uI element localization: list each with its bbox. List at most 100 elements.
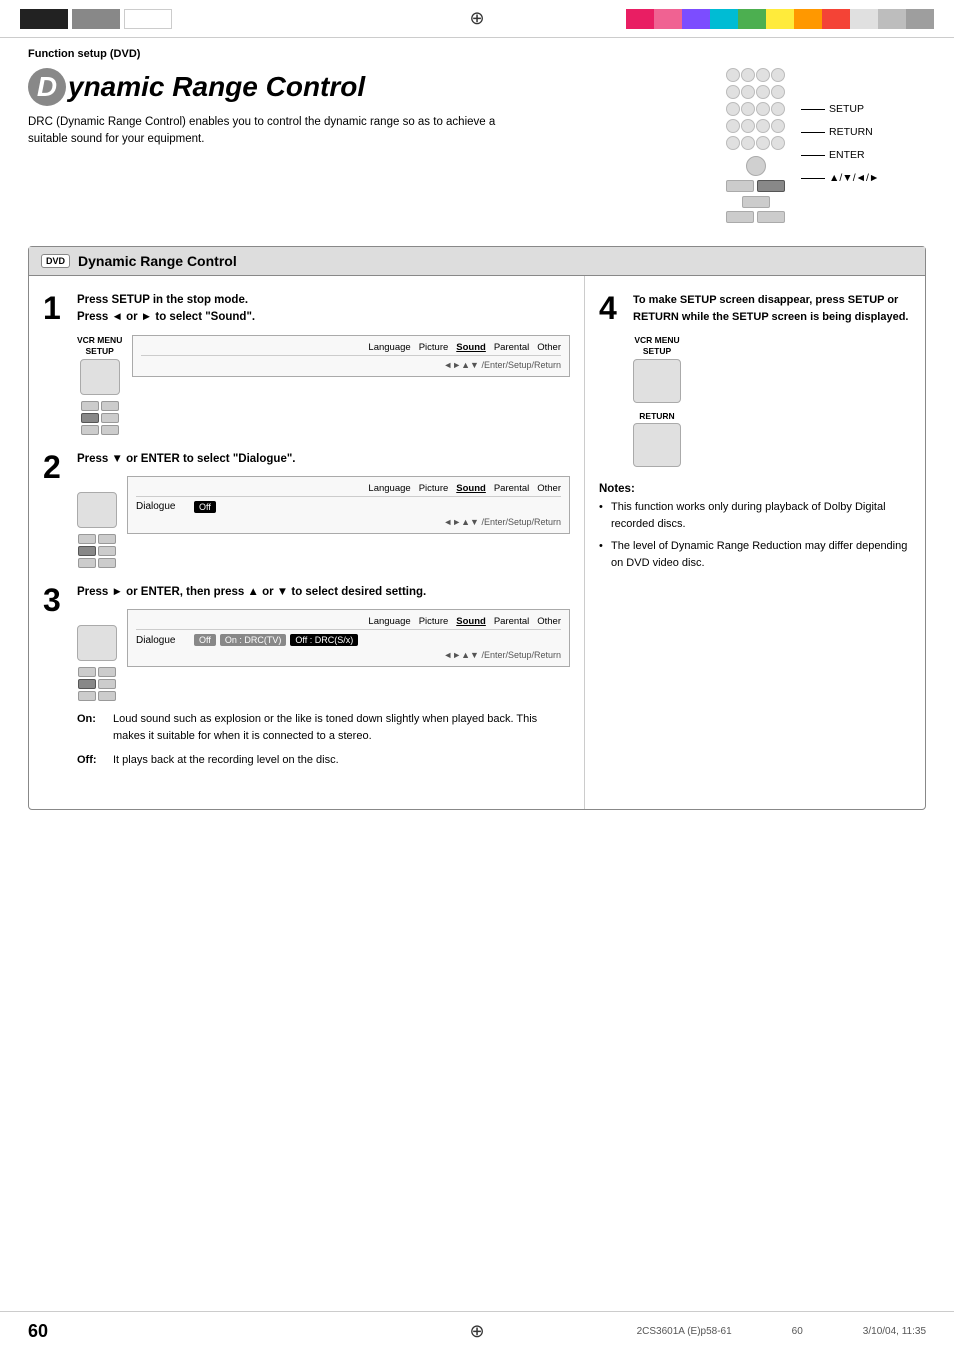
step2-btn (78, 534, 96, 544)
remote-dot (771, 136, 785, 150)
title-area: Dynamic Range Control DRC (Dynamic Range… (28, 68, 926, 223)
step2-setup-btn (77, 492, 117, 528)
step-1-diagram: VCR MENU SETUP (77, 335, 570, 435)
label-line (801, 109, 825, 110)
tab-sound-3: Sound (456, 616, 486, 627)
remote-diagram-area: SETUP RETURN ENTER ▲/▼/◄/► (726, 68, 926, 223)
step-1-line1: Press SETUP in the stop mode. (77, 294, 248, 306)
color-midgray (878, 9, 906, 29)
title-left: Dynamic Range Control DRC (Dynamic Range… (28, 68, 706, 149)
step-1-content: Press SETUP in the stop mode. Press ◄ or… (77, 292, 570, 435)
step4-return-btn (633, 423, 681, 467)
remote-dot (726, 119, 740, 133)
note-item-1: This function works only during playback… (599, 499, 911, 532)
step1-btn (81, 401, 99, 411)
tab-sound: Sound (456, 342, 486, 353)
step3-btn (78, 667, 96, 677)
step1-vcr-remote: VCR MENU SETUP (77, 335, 122, 435)
label-line (801, 155, 825, 156)
remote-dot (771, 102, 785, 116)
remote-label-arrows: ▲/▼/◄/► (801, 167, 879, 190)
notes-section: Notes: This function works only during p… (599, 483, 911, 571)
step1-setup-btn (80, 359, 120, 395)
gray-block-1 (72, 9, 120, 29)
color-blocks-right (626, 9, 934, 29)
step3-menu-tabs: Language Picture Sound Parental Other (136, 616, 561, 630)
tab-language-2: Language (368, 483, 410, 494)
descriptions-table: On: Loud sound such as explosion or the … (77, 711, 570, 769)
remote-btn-extra2 (757, 211, 785, 223)
step1-btn4 (101, 413, 119, 423)
step1-menu-screen: Language Picture Sound Parental Other ◄►… (132, 335, 570, 383)
tab-parental: Parental (494, 342, 529, 353)
step3-setup-btn (77, 625, 117, 661)
remote-labels: SETUP RETURN ENTER ▲/▼/◄/► (801, 98, 879, 190)
tab-other-3: Other (537, 616, 561, 627)
step-1-instruction: Press SETUP in the stop mode. Press ◄ or… (77, 292, 570, 327)
desc-off-text: It plays back at the recording level on … (113, 752, 570, 769)
right-column: 4 To make SETUP screen disappear, press … (585, 276, 925, 809)
step1-menu-diagram: Language Picture Sound Parental Other ◄►… (132, 335, 570, 377)
step4-vcr-setup: VCR MENU SETUP (633, 335, 911, 403)
step4-vcr-label: VCR MENU SETUP (634, 335, 679, 357)
step3-left-btns (78, 667, 96, 701)
step1-nav-hint: ◄►▲▼ /Enter/Setup/Return (141, 360, 561, 370)
color-red (822, 9, 850, 29)
step3-nav-hint: ◄►▲▼ /Enter/Setup/Return (136, 650, 561, 660)
tab-other-2: Other (537, 483, 561, 494)
tab-parental-3: Parental (494, 616, 529, 627)
main-box-header: DVD Dynamic Range Control (29, 247, 925, 276)
step-4-instruction: To make SETUP screen disappear, press SE… (633, 292, 911, 325)
function-label: Function setup (DVD) (28, 48, 926, 60)
step2-nav-area (78, 534, 116, 568)
arrows-remote-label: ▲/▼/◄/► (829, 167, 879, 190)
dvd-badge: DVD (41, 254, 70, 268)
color-lightpink (654, 9, 682, 29)
step3-btn5 (98, 691, 116, 701)
step1-vcr-menu-label: VCR MENU SETUP (77, 335, 122, 357)
step1-menu-tabs: Language Picture Sound Parental Other (141, 342, 561, 356)
title-text: ynamic Range Control (68, 71, 365, 103)
remote-dot (756, 136, 770, 150)
step1-enter-btn (81, 413, 99, 423)
tab-picture-3: Picture (419, 616, 449, 627)
step3-opt-off-drc: Off : DRC(S/x) (290, 634, 358, 646)
notes-title: Notes: (599, 483, 911, 495)
step2-btn2 (78, 558, 96, 568)
step2-menu-diagram: Language Picture Sound Parental Other Di… (127, 476, 570, 534)
step3-opt-on-drc: On : DRC(TV) (220, 634, 287, 646)
left-column: 1 Press SETUP in the stop mode. Press ◄ … (29, 276, 585, 809)
color-lightgray (850, 9, 878, 29)
label-line (801, 132, 825, 133)
remote-dot (756, 119, 770, 133)
page-ref: 60 (792, 1326, 803, 1337)
remote-dot (741, 85, 755, 99)
step-4-content: To make SETUP screen disappear, press SE… (633, 292, 911, 467)
step-1-line2: Press ◄ or ► to select "Sound". (77, 311, 255, 323)
step-3-content: Press ► or ENTER, then press ▲ or ▼ to s… (77, 584, 570, 777)
step3-menu-screen: Language Picture Sound Parental Other Di… (127, 609, 570, 673)
main-box-title: Dynamic Range Control (78, 253, 237, 269)
header-section: Function setup (DVD) Dynamic Range Contr… (0, 38, 954, 238)
step-2: 2 Press ▼ or ENTER to select "Dialogue". (43, 451, 570, 568)
step3-btn3 (98, 667, 116, 677)
remote-dot (726, 102, 740, 116)
remote-dot (771, 85, 785, 99)
tab-picture: Picture (419, 342, 449, 353)
remote-btn-enter (757, 180, 785, 192)
bottom-meta: 2CS3601A (E)p58-61 60 3/10/04, 11:35 (637, 1326, 926, 1337)
step-2-number: 2 (43, 451, 67, 568)
remote-dot (741, 102, 755, 116)
tab-picture-2: Picture (419, 483, 449, 494)
step2-right-btns (98, 534, 116, 568)
step2-btn3 (98, 534, 116, 544)
step1-left-btns (81, 401, 99, 435)
step3-opt-off: Off (194, 634, 216, 646)
step-3-instruction: Press ► or ENTER, then press ▲ or ▼ to s… (77, 584, 570, 601)
desc-on-text: Loud sound such as explosion or the like… (113, 711, 570, 744)
step4-return-label: RETURN (639, 411, 674, 421)
page-title: Dynamic Range Control (28, 68, 706, 106)
step4-vcr-group: VCR MENU SETUP (633, 335, 681, 403)
bottom-registration-mark: ⊕ (469, 1321, 484, 1342)
print-code: 2CS3601A (E)p58-61 (637, 1326, 732, 1337)
